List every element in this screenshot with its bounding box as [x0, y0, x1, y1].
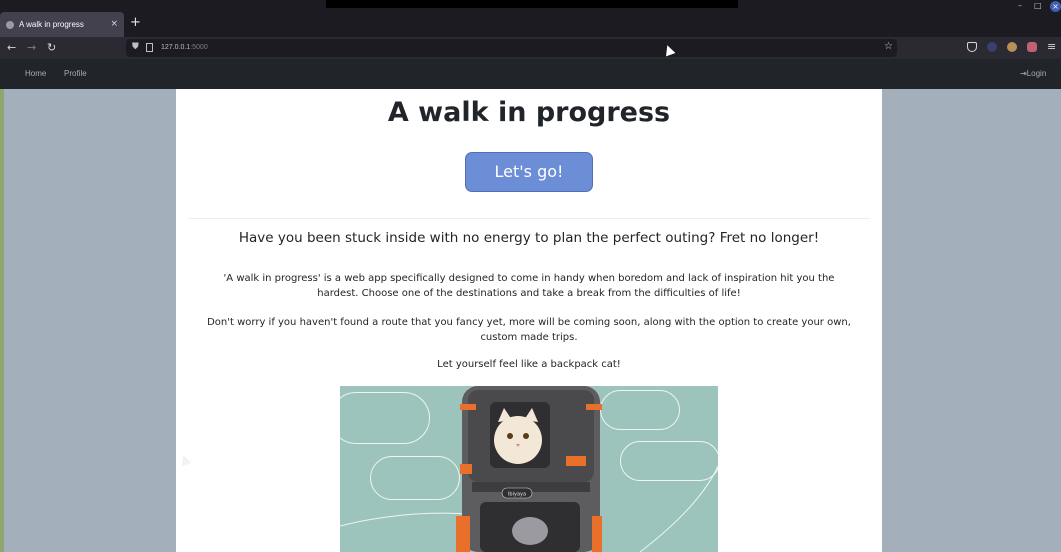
- extension-icon[interactable]: [1007, 42, 1017, 52]
- window-close-button[interactable]: ×: [1050, 1, 1061, 12]
- backpack-illustration: Ibiyaya: [340, 386, 718, 552]
- page-title: A walk in progress: [387, 97, 671, 128]
- extension-icon[interactable]: [1027, 42, 1037, 52]
- back-icon[interactable]: ←: [7, 40, 16, 56]
- browser-tab[interactable]: A walk in progress ×: [0, 12, 124, 37]
- pocket-icon[interactable]: [967, 42, 977, 52]
- nav-profile-link[interactable]: Profile: [64, 68, 87, 79]
- favicon-icon: [6, 20, 14, 29]
- bookmark-star-icon[interactable]: ☆: [884, 41, 893, 52]
- browser-toolbar: ← → ↻ ⛊ 127.0.0.1:5000 ☆ ≡: [0, 37, 1061, 59]
- nav-login-link[interactable]: ⇥Login: [1020, 68, 1046, 79]
- page-info-icon[interactable]: [146, 43, 153, 52]
- address-bar[interactable]: ⛊ 127.0.0.1:5000 ☆: [126, 39, 897, 57]
- main-content: A walk in progress Let's go! Have you be…: [176, 89, 882, 552]
- url-port: :5000: [190, 44, 208, 51]
- forward-icon[interactable]: →: [27, 40, 36, 56]
- intro-paragraph: 'A walk in progress' is a web app specif…: [223, 273, 835, 299]
- url-text[interactable]: 127.0.0.1:5000: [161, 42, 208, 54]
- window-edge: [0, 89, 4, 552]
- coming-soon-paragraph: Don't worry if you haven't found a route…: [207, 317, 851, 343]
- tagline-paragraph: Let yourself feel like a backpack cat!: [437, 359, 621, 370]
- login-icon: ⇥: [1020, 69, 1027, 78]
- shield-icon[interactable]: ⛊: [132, 42, 139, 52]
- browser-titlebar: A walk in progress × + – □ ×: [0, 0, 1061, 37]
- screen-overlay-bar: [326, 0, 738, 8]
- site-navbar: Home Profile ⇥Login: [0, 59, 1061, 89]
- window-maximize-button[interactable]: □: [1034, 1, 1042, 10]
- divider: [188, 218, 870, 219]
- extension-icon[interactable]: [987, 42, 997, 52]
- menu-icon[interactable]: ≡: [1047, 41, 1056, 53]
- url-host: 127.0.0.1: [161, 44, 191, 51]
- lets-go-button[interactable]: Let's go!: [465, 152, 593, 192]
- new-tab-button[interactable]: +: [130, 16, 141, 30]
- nav-home-link[interactable]: Home: [25, 68, 46, 79]
- lead-text: Have you been stuck inside with no energ…: [238, 230, 820, 246]
- tab-title: A walk in progress: [19, 20, 84, 29]
- brand-logo-text: Ibiyaya: [508, 492, 526, 498]
- login-label: Login: [1026, 69, 1047, 78]
- backpack-cat-image: Ibiyaya: [340, 386, 718, 552]
- tab-close-icon[interactable]: ×: [110, 20, 118, 29]
- window-minimize-button[interactable]: –: [1018, 1, 1022, 10]
- reload-icon[interactable]: ↻: [47, 40, 56, 56]
